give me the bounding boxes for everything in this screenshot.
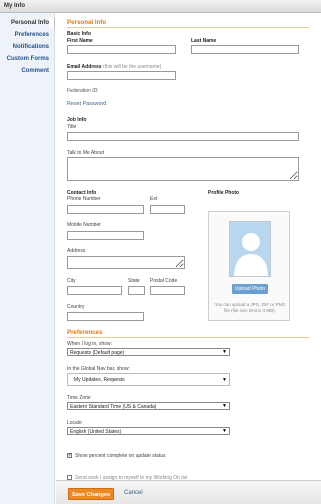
sidebar-item-comment[interactable]: Comment [21,68,49,74]
email-note: (this will be the username) [102,64,162,70]
sidebar-item-custom-forms[interactable]: Custom Forms [7,56,49,62]
global-nav-value: My Updates, Requests [74,377,125,383]
email-label: Email Address (this will be the username… [67,64,161,70]
mobile-number-field[interactable] [67,231,144,240]
basic-info-heading: Basic Info [67,31,91,37]
phone-number-label: Phone Number [67,196,101,202]
user-silhouette-icon [234,233,268,276]
photo-help-text: You can upload a JPG, GIF or PNG file (f… [214,302,286,313]
window-title: My Info [4,3,25,9]
title-field[interactable] [67,132,299,141]
login-page-value: Requests (Default page) [70,350,125,356]
dropdown-arrow-icon: ▼ [222,403,227,409]
window-title-bar: My Info [0,0,321,13]
email-label-text: Email Address [67,64,102,70]
first-name-label: First Name [67,38,93,44]
ext-label: Ext [150,196,158,202]
sidebar-item-notifications[interactable]: Notifications [13,44,49,50]
dropdown-arrow-icon: ▼ [222,377,227,383]
dropdown-arrow-icon: ▼ [222,349,227,355]
locale-label: Locale [67,420,82,426]
city-label: City [67,278,76,284]
cancel-link[interactable]: Cancel [124,490,143,496]
job-info-heading: Job Info [67,117,87,123]
locale-value: English (United States) [70,429,122,435]
dropdown-arrow-icon: ▼ [222,428,227,434]
sidebar-item-personal-info[interactable]: Personal Info [11,18,56,28]
login-page-label: When I log in, show: [67,341,113,347]
show-percent-label: Show percent complete on update status [75,453,166,459]
address-label: Address [67,248,86,254]
profile-photo-heading: Profile Photo [208,190,240,196]
global-nav-label: In the Global Nav bar, show: [67,366,130,372]
federation-id-label: Federation ID: [67,88,99,94]
upload-photo-button[interactable]: Upload Photo [232,284,268,294]
preferences-heading: Preferences [67,329,103,336]
talk-to-me-about-field[interactable] [67,157,299,181]
footer-bar: Save Changes Cancel [56,480,321,504]
address-field[interactable] [67,256,185,269]
last-name-field[interactable] [191,45,299,54]
show-percent-checkbox[interactable]: ✓ [67,453,72,458]
global-nav-select[interactable]: My Updates, Requests ▼ [67,373,230,386]
sidebar-item-preferences[interactable]: Preferences [15,32,49,38]
postal-code-field[interactable] [150,286,185,295]
country-label: Country [67,304,85,310]
talk-to-me-about-label: Talk to Me About [67,150,104,156]
first-name-field[interactable] [67,45,176,54]
personal-info-heading: Personal Info [67,19,107,26]
section-divider [67,337,309,338]
state-label: State [128,278,140,284]
last-name-label: Last Name [191,38,217,44]
main-content: Personal Info Basic Info First Name Last… [56,13,321,504]
login-page-select[interactable]: Requests (Default page) ▼ [67,348,230,356]
ext-field[interactable] [150,205,185,214]
profile-photo-panel: Upload Photo You can upload a JPG, GIF o… [208,211,290,321]
mobile-number-label: Mobile Number [67,222,101,228]
avatar [229,221,271,277]
state-field[interactable] [128,286,145,295]
time-zone-label: Time Zone [67,395,91,401]
phone-number-field[interactable] [67,205,144,214]
locale-select[interactable]: English (United States) ▼ [67,427,230,435]
time-zone-select[interactable]: Eastern Standard Time (US & Canada) ▼ [67,402,230,410]
country-field[interactable] [67,312,144,321]
reset-password-link[interactable]: Reset Password [67,101,106,107]
sidebar: Personal Info Preferences Notifications … [0,13,56,504]
email-field[interactable] [67,71,176,80]
postal-code-label: Postal Code [150,278,178,284]
section-divider [67,27,309,28]
title-label: Title [67,124,77,130]
save-changes-button[interactable]: Save Changes [68,488,114,500]
city-field[interactable] [67,286,122,295]
time-zone-value: Eastern Standard Time (US & Canada) [70,404,157,410]
